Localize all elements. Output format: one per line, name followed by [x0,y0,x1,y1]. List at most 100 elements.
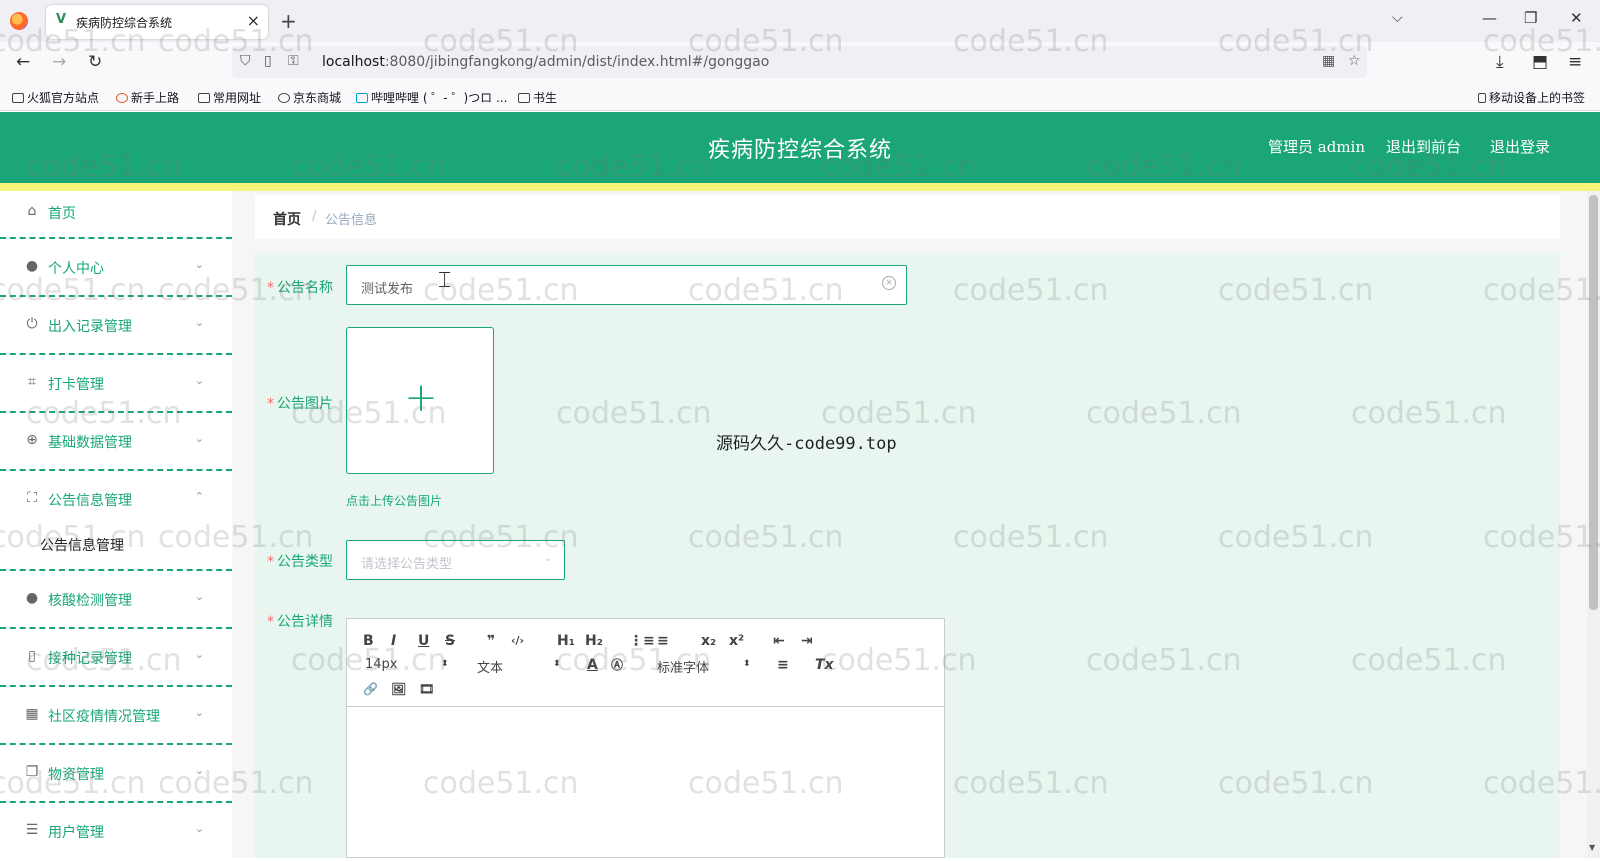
bold-icon[interactable]: B [363,633,374,649]
logout-link[interactable]: 退出登录 [1490,136,1550,157]
sidebar-item-label: 物资管理 [48,767,104,783]
key-icon[interactable]: ⚿ [288,53,299,69]
shield-icon[interactable]: ⛉ [240,53,251,69]
notice-name-value: 测试发布 [361,282,414,297]
extensions-icon[interactable]: ⬒ [1532,52,1548,72]
sidebar-item-home[interactable]: ⌂ 首页 [0,187,232,239]
sidebar-item-supplies[interactable]: ❐ 物资管理 ⌄ [0,745,232,803]
window-minimize-button[interactable]: — [1482,9,1497,27]
underline-icon[interactable]: U [418,633,429,649]
bullet-list-icon[interactable]: ≡ [657,633,669,649]
home-icon: ⌂ [27,203,37,219]
superscript-icon[interactable]: x² [729,633,744,649]
sidebar-item-label: 出入记录管理 [48,319,132,335]
select-arrows-icon: ⬍ [743,659,751,669]
sidebar-item-access-records[interactable]: ⏻ 出入记录管理 ⌄ [0,297,232,355]
bookmark-item[interactable]: 常用网址 [198,89,261,106]
ordered-list-icon[interactable]: ⋮≡ [629,633,655,649]
firefox-icon[interactable] [10,12,28,30]
image-upload-button[interactable]: + [346,327,494,474]
notice-type-select[interactable]: 请选择公告类型 ⌄ [346,540,565,580]
clear-format-icon[interactable]: Tx [815,657,834,673]
align-icon[interactable]: ≡ [777,657,789,673]
mobile-icon [1478,93,1486,103]
bookmark-item[interactable]: 书生 [518,89,557,106]
download-icon[interactable]: ⤓ [1496,52,1504,72]
header-select[interactable]: 文本 [477,657,503,676]
indent-icon[interactable]: ⇥ [801,633,813,649]
bookmark-item[interactable]: 京东商城 [278,89,341,106]
page-scrollbar[interactable]: ▼ [1587,191,1600,858]
firefox-icon [116,93,128,103]
chevron-down-icon: ⌄ [194,316,204,329]
bookmark-item[interactable]: 火狐官方站点 [12,89,99,106]
chevron-down-icon: ⌄ [194,764,204,777]
window-close-button[interactable]: ✕ [1570,9,1583,27]
breadcrumb-separator: / [312,209,317,224]
plus-icon: + [404,375,438,421]
sidebar-item-nucleic-test[interactable]: ● 核酸检测管理 ⌄ [0,571,232,629]
exit-to-front-link[interactable]: 退出到前台 [1386,136,1461,157]
sidebar-item-label: 基础数据管理 [48,435,132,451]
sidebar-item-label: 首页 [48,206,76,222]
font-size-select[interactable]: 14px [365,657,398,672]
clear-icon[interactable]: × [882,276,896,290]
background-color-icon[interactable]: Ⓐ [611,657,623,673]
notice-name-input[interactable]: 测试发布 × [346,265,907,305]
scroll-down-arrow-icon[interactable]: ▼ [1589,843,1595,852]
sidebar-item-vaccination[interactable]: ▯ 接种记录管理 ⌄ [0,629,232,687]
app-menu-icon[interactable]: ≡ [1568,52,1582,72]
scroll-thumb[interactable] [1589,195,1598,610]
fullscreen-icon: ⛶ [27,490,37,506]
vue-favicon-icon: V [56,12,67,27]
url-text[interactable]: localhost:8080/jibingfangkong/admin/dist… [322,54,769,70]
outdent-icon[interactable]: ⇤ [773,633,785,649]
chevron-down-icon: ⌄ [194,706,204,719]
browser-tab-active[interactable]: V 疾病防控综合系统 × [46,5,268,39]
sidebar-item-basic-data[interactable]: ⊕ 基础数据管理 ⌄ [0,413,232,471]
sidebar-item-community-epidemic[interactable]: ▦ 社区疫情情况管理 ⌄ [0,687,232,745]
qr-code-icon[interactable]: ▦ [1322,53,1335,69]
list-all-tabs-button[interactable]: ⌵ [1392,10,1403,26]
browser-nav-bar: ← → ↻ ⛉ ▯ ⚿ localhost:8080/jibingfangkon… [0,42,1600,82]
sidebar-item-label: 用户管理 [48,825,104,841]
video-icon[interactable]: 🎞 [419,681,434,697]
page-icon[interactable]: ▯ [264,53,272,69]
new-tab-button[interactable]: + [280,9,297,33]
tab-close-button[interactable]: × [247,11,260,30]
mobile-bookmarks[interactable]: 移动设备上的书签 [1478,89,1585,106]
breadcrumb-home[interactable]: 首页 [273,209,301,229]
power-icon: ⏻ [26,316,38,332]
notice-type-placeholder: 请选择公告类型 [361,557,453,572]
editor-content-area[interactable] [347,707,944,857]
back-icon[interactable]: ← [16,52,30,72]
link-icon[interactable]: 🔗 [363,681,378,697]
bookmark-item[interactable]: 新手上路 [116,89,179,106]
sidebar-item-notice-management[interactable]: ⛶ 公告信息管理 ⌃ [0,471,232,521]
blockquote-icon[interactable]: ❞ [487,633,495,649]
italic-icon[interactable]: I [391,633,396,649]
chevron-down-icon: ⌄ [194,590,204,603]
tab-title: 疾病防控综合系统 [76,16,173,30]
sidebar-item-checkin[interactable]: ⌗ 打卡管理 ⌄ [0,355,232,413]
code-block-icon[interactable]: ‹/› [511,633,524,649]
bookmark-item[interactable]: 哔哩哔哩 ( ゜- ゜)つロ ... [356,89,507,106]
chevron-down-icon: ⌄ [194,648,204,661]
bookmark-star-icon[interactable]: ☆ [1348,53,1361,69]
h2-icon[interactable]: H₂ [585,633,603,649]
h1-icon[interactable]: H₁ [557,633,575,649]
forward-icon[interactable]: → [52,52,66,72]
sidebar-item-users[interactable]: ☰ 用户管理 ⌄ [0,803,232,861]
browser-tab-bar: V 疾病防控综合系统 × + ⌵ — ❐ ✕ [0,0,1600,42]
sidebar-item-personal-center[interactable]: ● 个人中心 ⌄ [0,239,232,297]
window-restore-button[interactable]: ❐ [1524,9,1537,27]
reload-icon[interactable]: ↻ [88,52,102,72]
subscript-icon[interactable]: x₂ [701,633,716,649]
font-family-select[interactable]: 标准字体 [657,657,709,676]
image-icon[interactable]: 🖼 [391,681,406,697]
strike-icon[interactable]: S [445,633,455,649]
sidebar-item-label: 接种记录管理 [48,651,132,667]
text-color-icon[interactable]: A [587,657,598,673]
sidebar-subitem-notice-info[interactable]: 公告信息管理 [0,521,232,571]
address-bar[interactable]: ⛉ ▯ ⚿ localhost:8080/jibingfangkong/admi… [232,46,1367,78]
